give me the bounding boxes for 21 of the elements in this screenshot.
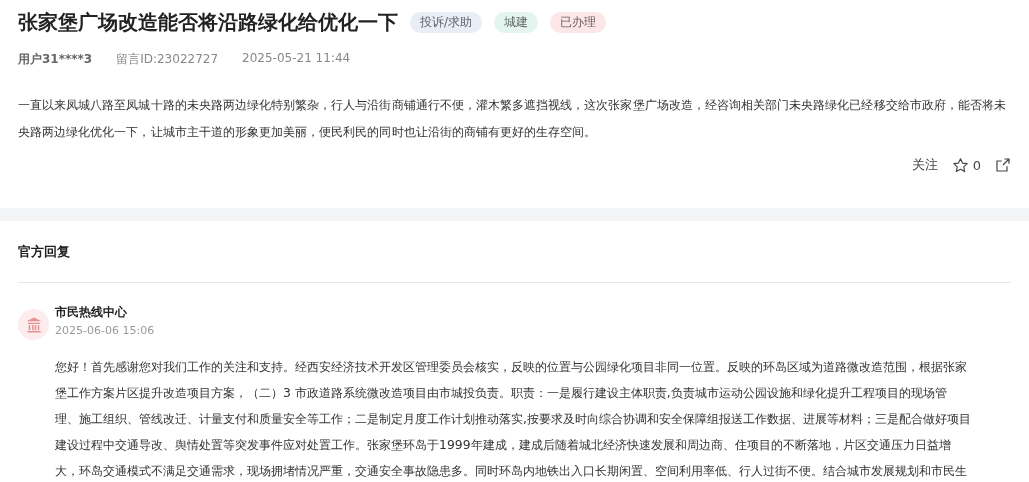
star-icon[interactable]: [951, 156, 969, 174]
reply-text-line: 理、施工组织、管线改迁、计量支付和质量安全等工作；二是制定月度工作计划推动落实,按要求及时向综合协调和安全保障组报送工作数据、进展等材料；三是配合做好项目: [55, 410, 971, 428]
org-name: 市民热线中心: [55, 304, 128, 321]
message-id: 留言ID:23022727: [116, 51, 219, 68]
building-icon: [18, 309, 49, 340]
reply-time: 2025-06-06 15:06: [55, 324, 155, 337]
post-body: 一直以来凤城八路至凤城十路的未央路两边绿化特别繁杂，行人与沿街商铺通行不便，灌木繁多遮挡视线，这次张家堡广场改造，经咨询相关部门未央路绿化已经移交给市政府，能否将未央路两边绿化优化一下，让城市主干道的形象更加美丽，便民利民的同时也让沿街的商铺有更好的生存空间。: [18, 96, 1008, 141]
section-heading: 官方回复: [18, 243, 71, 261]
like-count: 0: [972, 157, 981, 173]
share-icon[interactable]: [995, 157, 1011, 173]
reply-text-line: 堡工作方案片区提升改造项目方案，（二）3 市政道路系统微改造项目由市城投负责。职责：一是履行建设主体职责,负责城市运动公园设施和绿化提升工程项目的现场管: [55, 384, 947, 402]
reply-text-line: 您好！首先感谢您对我们工作的关注和支持。经西安经济技术开发区管理委员会核实，反映的位置与公园绿化项目非同一位置。反映的环岛区域为道路微改造范围，根据张家: [55, 358, 967, 376]
tag: 城建: [494, 11, 539, 33]
post-title: 张家堡广场改造能否将沿路绿化给优化一下: [18, 8, 398, 36]
post-time: 2025-05-21 11:44: [242, 51, 351, 67]
tag: 投诉/求助: [410, 11, 483, 33]
reply-text-line: 大，环岛交通模式不满足交通需求，现场拥堵情况严重，交通安全事故隐患多。同时环岛内地铁出入口长期闲置、空间利用率低、行人过街不便。结合城市发展规划和市民生: [55, 462, 967, 480]
reply-text-line: 建设过程中交通导改、舆情处置等突发事件应对处置工作。张家堡环岛于1999年建成，建成后随着城北经济快速发展和周边商、住项目的不断落地，片区交通压力日益增: [55, 436, 951, 454]
tag: 已办理: [550, 11, 607, 33]
user-name: 用户31****3: [18, 51, 93, 68]
follow-button[interactable]: 关注: [911, 156, 938, 174]
